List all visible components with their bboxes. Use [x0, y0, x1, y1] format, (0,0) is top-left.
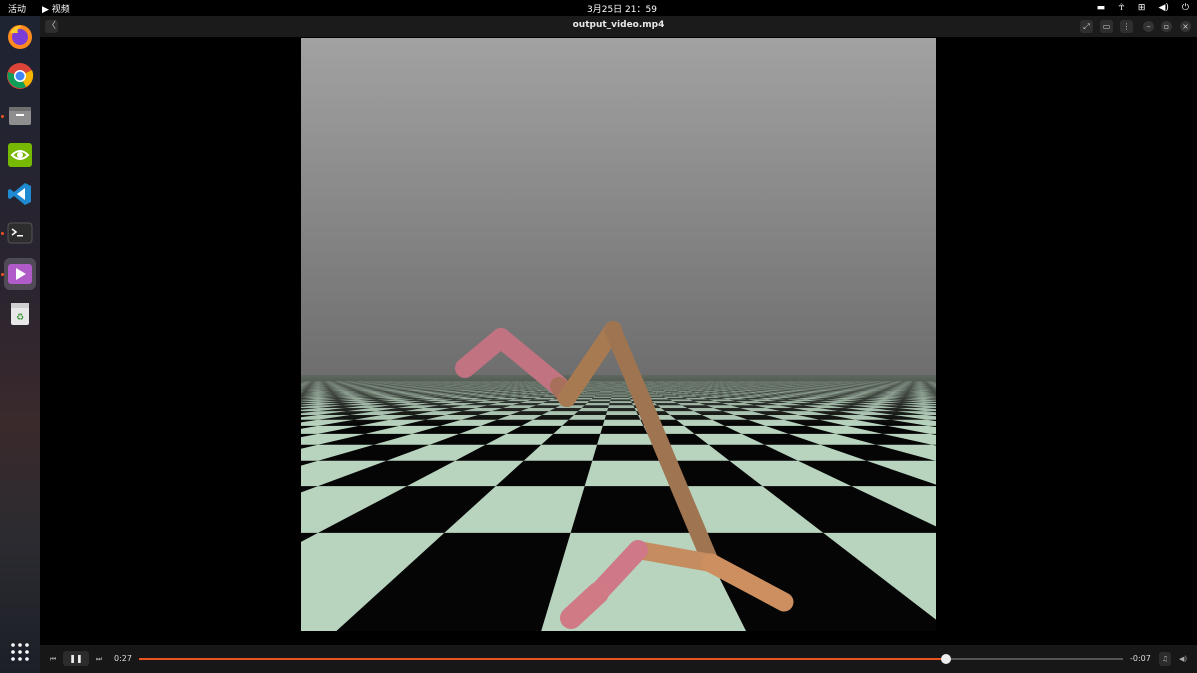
play-pause-button[interactable]: ❚❚	[63, 651, 89, 666]
nvidia-icon[interactable]	[4, 139, 36, 171]
svg-text:♻: ♻	[16, 313, 24, 323]
network-icon[interactable]: ⊞	[1138, 1, 1146, 15]
vscode-icon[interactable]	[4, 178, 36, 210]
firefox-icon[interactable]	[4, 21, 36, 53]
accessibility-icon[interactable]: ☥	[1118, 1, 1125, 15]
dock: ♻	[0, 16, 40, 673]
minimize-button[interactable]: –	[1143, 21, 1154, 32]
video-title: output_video.mp4	[572, 20, 665, 30]
clock[interactable]: 3月25日 21：59	[587, 2, 657, 15]
previous-icon[interactable]: ⏮	[47, 652, 59, 666]
menu-icon[interactable]: ⋮	[1120, 20, 1133, 33]
seek-bar-progress	[139, 658, 946, 660]
video-frame[interactable]	[301, 38, 936, 631]
files-icon[interactable]	[4, 100, 36, 132]
remaining-time: -0:07	[1130, 654, 1151, 663]
floor-tile	[584, 460, 674, 487]
top-bar: 活动 ▶ 视频 3月25日 21：59 ▬ ☥ ⊞ ◀) ⏻	[0, 0, 1197, 16]
player-header: 〈 output_video.mp4 ⤢ ▭ ⋮ – ▫ ×	[40, 16, 1197, 37]
fullscreen-icon[interactable]: ⤢	[1080, 20, 1093, 33]
maximize-button[interactable]: ▫	[1161, 21, 1172, 32]
volume-icon[interactable]: ◀)	[1177, 652, 1189, 666]
app-menu[interactable]: ▶ 视频	[42, 2, 70, 15]
show-apps-icon[interactable]	[10, 642, 30, 662]
volume-icon[interactable]: ◀)	[1158, 1, 1168, 15]
next-icon[interactable]: ⏭	[93, 652, 105, 666]
videos-icon[interactable]	[4, 258, 36, 290]
activities-button[interactable]: 活动	[8, 2, 26, 15]
screenshot-icon[interactable]: ▭	[1100, 20, 1113, 33]
elapsed-time: 0:27	[114, 654, 132, 663]
subtitles-icon[interactable]: ♫	[1159, 652, 1171, 666]
terminal-icon[interactable]	[4, 217, 36, 249]
floor-tile	[597, 433, 653, 445]
chrome-icon[interactable]	[4, 60, 36, 92]
keyboard-icon[interactable]: ▬	[1097, 1, 1106, 15]
video-area[interactable]	[40, 37, 1197, 645]
seek-handle[interactable]	[940, 654, 951, 664]
system-tray[interactable]: ▬ ☥ ⊞ ◀) ⏻	[1097, 1, 1189, 15]
seek-bar[interactable]	[139, 654, 1123, 664]
trash-icon[interactable]: ♻	[4, 298, 36, 330]
playback-controls: ⏮ ❚❚ ⏭ 0:27 -0:07 ♫ ◀)	[40, 645, 1197, 673]
video-content	[301, 38, 936, 631]
close-button[interactable]: ×	[1180, 21, 1191, 32]
power-icon[interactable]: ⏻	[1182, 1, 1189, 15]
